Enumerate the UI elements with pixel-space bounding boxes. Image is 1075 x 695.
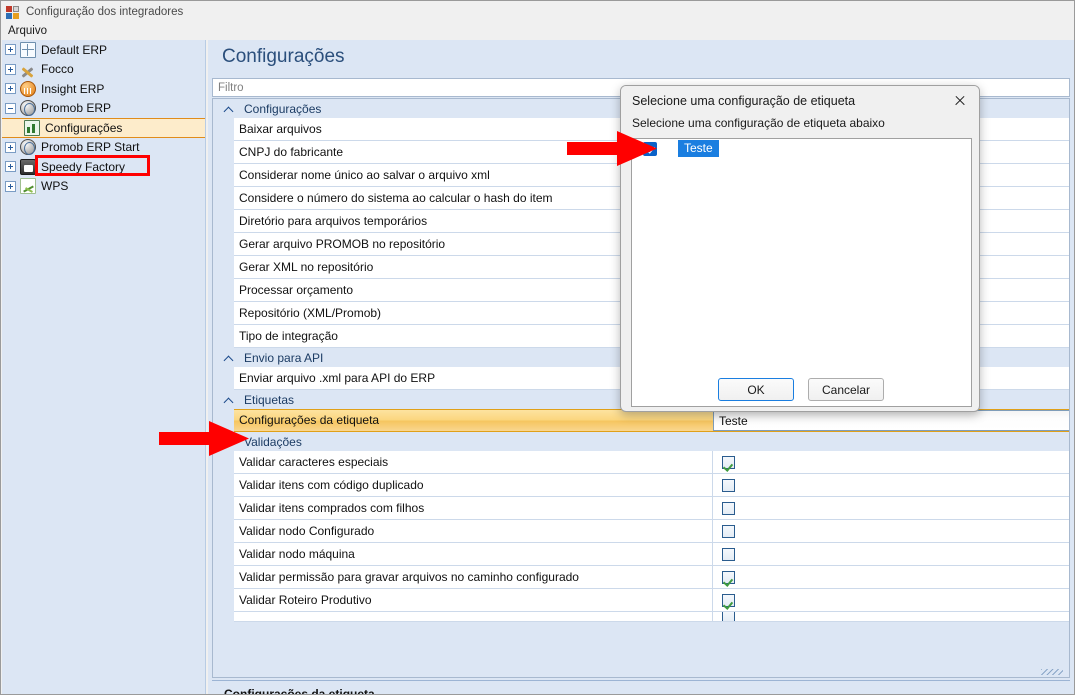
wps-icon	[20, 178, 36, 195]
globe-icon	[20, 100, 36, 117]
checkbox-checked[interactable]	[722, 455, 735, 469]
group-label: Validações	[244, 434, 302, 449]
sidebar-item-label: WPS	[41, 179, 69, 194]
list-item-label: Teste	[678, 140, 719, 157]
table-row[interactable]: Validar nodo Configurado	[234, 519, 1069, 543]
setting-value[interactable]	[713, 451, 1069, 474]
group-header[interactable]: Validações	[213, 432, 1069, 451]
dialog-list[interactable]: Teste	[631, 138, 972, 407]
sidebar-item-label: Default ERP	[41, 42, 108, 57]
table-row[interactable]: Validar caracteres especiais	[234, 450, 1069, 474]
setting-name: Validar caracteres especiais	[234, 450, 713, 474]
checkbox-unchecked[interactable]	[722, 501, 735, 515]
setting-value[interactable]	[713, 589, 1069, 612]
table-row[interactable]: Validar permissão para gravar arquivos n…	[234, 565, 1069, 589]
group-label: Envio para API	[244, 350, 324, 365]
setting-value[interactable]	[713, 612, 1069, 621]
setting-name: Validar permissão para gravar arquivos n…	[234, 565, 713, 589]
chevron-up-icon[interactable]	[223, 103, 235, 115]
table-row[interactable]: Validar nodo máquina	[234, 542, 1069, 566]
setting-name: Validar itens comprados com filhos	[234, 496, 713, 520]
setting-name: Validar Roteiro Produtivo	[234, 588, 713, 612]
dialog-buttons: OK Cancelar	[621, 378, 979, 401]
chevron-up-icon[interactable]	[223, 436, 235, 448]
orange-icon	[20, 80, 36, 97]
box-icon	[20, 158, 36, 175]
expand-icon[interactable]	[5, 141, 16, 153]
checkbox-unchecked[interactable]	[722, 547, 735, 561]
setting-name: Validar nodo Configurado	[234, 519, 713, 543]
application-window: Configuração dos integradores Arquivo De…	[0, 0, 1075, 695]
checkbox-unchecked[interactable]	[722, 524, 735, 538]
sidebar-item-focco[interactable]: Focco	[2, 60, 205, 80]
app-icon	[6, 5, 20, 19]
dialog-title: Selecione uma configuração de etiqueta	[632, 94, 856, 108]
checkbox-checked[interactable]	[722, 570, 735, 584]
sidebar-item-configurações[interactable]: Configurações	[2, 118, 205, 138]
sidebar-item-label: Speedy Factory	[41, 159, 126, 174]
sidebar-item-promob-erp-start[interactable]: Promob ERP Start	[2, 138, 205, 158]
expand-icon[interactable]	[5, 180, 16, 192]
sidebar-item-insight-erp[interactable]: Insight ERP	[2, 79, 205, 99]
table-row[interactable]: Validar itens com código duplicado	[234, 473, 1069, 497]
sidebar-item-label: Promob ERP Start	[41, 140, 140, 155]
setting-value[interactable]	[713, 543, 1069, 566]
checkbox-checked[interactable]	[722, 593, 735, 607]
checkbox-unchecked[interactable]	[722, 478, 735, 492]
description-title: Configurações da etiqueta	[224, 687, 375, 694]
page-title: Configurações	[222, 46, 345, 67]
checkbox-unchecked[interactable]	[722, 612, 735, 621]
dialog-title-bar: Selecione uma configuração de etiqueta	[621, 86, 979, 116]
setting-value[interactable]	[713, 497, 1069, 520]
expand-icon[interactable]	[5, 83, 16, 95]
close-icon[interactable]	[945, 88, 975, 114]
setting-value[interactable]	[713, 520, 1069, 543]
description-pane: Configurações da etiqueta Selecione a co…	[212, 680, 1070, 694]
setting-name: Configurações da etiqueta	[239, 413, 380, 427]
setting-value[interactable]	[713, 474, 1069, 497]
table-row[interactable]	[234, 612, 1069, 622]
window-title: Configuração dos integradores	[26, 5, 184, 18]
list-item[interactable]: Teste	[632, 139, 971, 158]
title-bar: Configuração dos integradores	[1, 1, 1074, 22]
sidebar-item-label: Focco	[41, 62, 74, 77]
sidebar-item-wps[interactable]: WPS	[2, 177, 205, 197]
expand-icon[interactable]	[5, 161, 16, 173]
chevron-up-icon[interactable]	[223, 394, 235, 406]
cancel-button[interactable]: Cancelar	[808, 378, 884, 401]
checkbox-checked[interactable]	[643, 141, 657, 156]
grid-resize-grip[interactable]	[1041, 669, 1063, 675]
expand-icon[interactable]	[5, 63, 16, 75]
integrators-tree[interactable]: Default ERP Focco Insight ERP Promob ERP Con…	[2, 40, 206, 694]
sidebar-item-label: Insight ERP	[41, 81, 105, 96]
sidebar-item-speedy-factory[interactable]: Speedy Factory	[2, 157, 205, 177]
chevron-up-icon[interactable]	[223, 352, 235, 364]
table-row[interactable]: Validar Roteiro Produtivo	[234, 588, 1069, 612]
setting-value[interactable]: Teste	[713, 410, 1069, 431]
sidebar-item-label: Promob ERP	[41, 101, 112, 116]
collapse-icon[interactable]	[5, 102, 16, 114]
chart-icon	[24, 119, 40, 136]
menu-item-arquivo[interactable]: Arquivo	[1, 24, 54, 38]
group-label: Etiquetas	[244, 392, 295, 407]
sidebar-item-label: Configurações	[45, 120, 123, 135]
expand-icon[interactable]	[5, 44, 16, 56]
sidebar-item-default-erp[interactable]: Default ERP	[2, 40, 205, 60]
sidebar-item-promob-erp[interactable]: Promob ERP	[2, 99, 205, 119]
dialog-subtitle: Selecione uma configuração de etiqueta a…	[632, 116, 885, 130]
setting-name	[234, 612, 713, 621]
grid-icon	[20, 41, 36, 58]
table-row[interactable]: Validar itens comprados com filhos	[234, 496, 1069, 520]
label-config-dialog[interactable]: Selecione uma configuração de etiqueta S…	[620, 85, 980, 412]
globe-icon	[20, 139, 36, 156]
menu-bar: Arquivo	[1, 22, 1074, 40]
setting-value[interactable]	[713, 566, 1069, 589]
group-label: Configurações	[244, 101, 322, 116]
setting-name: Validar nodo máquina	[234, 542, 713, 566]
ok-button[interactable]: OK	[718, 378, 794, 401]
filter-placeholder: Filtro	[218, 81, 244, 94]
table-row[interactable]: Configurações da etiqueta Teste	[234, 409, 1069, 432]
tools-icon	[20, 61, 36, 77]
setting-name: Validar itens com código duplicado	[234, 473, 713, 497]
